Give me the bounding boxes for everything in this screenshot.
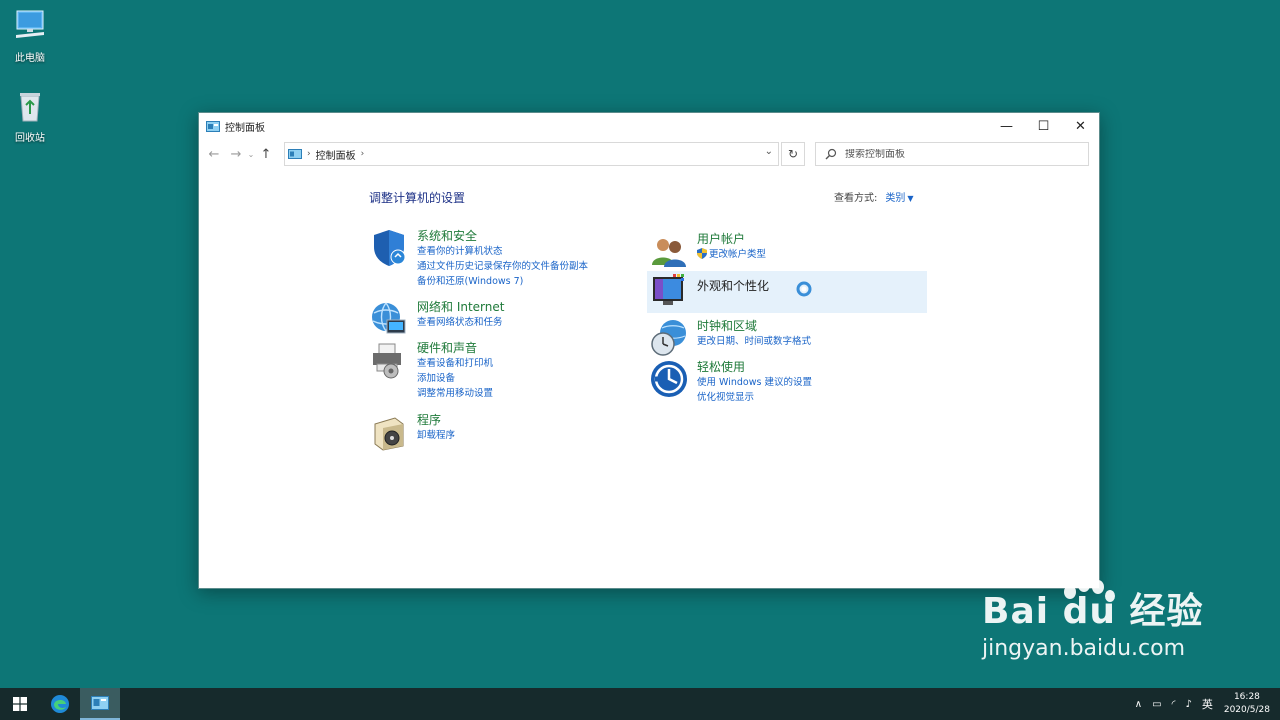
chevron-down-icon[interactable]: ⌄ bbox=[765, 146, 773, 157]
category-link[interactable]: 更改日期、时间或数字格式 bbox=[697, 334, 811, 349]
recent-chevron-icon[interactable]: ⌄ bbox=[247, 150, 255, 159]
category-link-change-account-type[interactable]: 更改帐户类型 bbox=[697, 247, 766, 262]
title-bar[interactable]: 控制面板 — ☐ ✕ bbox=[199, 113, 1099, 139]
back-arrow-icon[interactable]: ← bbox=[203, 147, 225, 162]
category-hardware-sound: 硬件和声音 查看设备和打印机 添加设备 调整常用移动设置 bbox=[369, 340, 493, 401]
busy-cursor-icon bbox=[796, 281, 812, 297]
desktop-icon-label: 此电脑 bbox=[15, 53, 45, 64]
breadcrumb[interactable]: 控制面板 bbox=[316, 147, 356, 162]
category-system-security: 系统和安全 查看你的计算机状态 通过文件历史记录保存你的文件备份副本 备份和还原… bbox=[369, 228, 588, 289]
close-button[interactable]: ✕ bbox=[1062, 113, 1099, 139]
clock-time: 16:28 bbox=[1233, 692, 1260, 702]
forward-arrow-icon[interactable]: → bbox=[225, 147, 247, 162]
start-button[interactable] bbox=[0, 688, 40, 720]
view-by-dropdown[interactable]: 类别 bbox=[885, 193, 905, 204]
network-icon[interactable]: ◜ bbox=[1172, 699, 1176, 710]
page-title: 调整计算机的设置 bbox=[369, 191, 466, 205]
category-link[interactable]: 优化视觉显示 bbox=[697, 390, 812, 405]
category-ease-of-access: 轻松使用 使用 Windows 建议的设置 优化视觉显示 bbox=[649, 359, 812, 405]
recycle-bin-icon bbox=[20, 93, 40, 122]
control-panel-icon bbox=[91, 696, 109, 710]
uac-shield-icon bbox=[697, 248, 707, 259]
users-icon bbox=[652, 239, 686, 267]
ease-of-access-icon bbox=[651, 361, 687, 397]
shield-icon bbox=[374, 230, 406, 266]
category-appearance[interactable]: 外观和个性化 bbox=[649, 271, 769, 311]
view-by: 查看方式: 类别 ▼ bbox=[834, 189, 914, 204]
appearance-icon bbox=[653, 274, 684, 305]
category-link[interactable]: 使用 Windows 建议的设置 bbox=[697, 375, 812, 390]
category-title[interactable]: 用户帐户 bbox=[697, 231, 766, 247]
taskbar-edge-button[interactable] bbox=[40, 688, 80, 720]
network-globe-icon bbox=[372, 302, 406, 334]
chevron-up-icon[interactable]: ∧ bbox=[1135, 699, 1142, 710]
taskbar-clock[interactable]: 16:28 2020/5/28 bbox=[1224, 691, 1270, 717]
edge-browser-icon bbox=[51, 695, 69, 713]
category-clock-region: 时钟和区域 更改日期、时间或数字格式 bbox=[649, 318, 811, 358]
category-link[interactable]: 查看你的计算机状态 bbox=[417, 244, 588, 259]
ime-indicator[interactable]: 英 bbox=[1202, 696, 1213, 712]
minimize-icon: — bbox=[1000, 118, 1013, 134]
category-title[interactable]: 系统和安全 bbox=[417, 228, 588, 244]
system-tray: ∧ ▭ ◜ ♪ 英 16:28 2020/5/28 bbox=[1130, 688, 1280, 720]
up-arrow-icon[interactable]: ↑ bbox=[255, 147, 277, 162]
category-link[interactable]: 调整常用移动设置 bbox=[417, 386, 493, 401]
window-title: 控制面板 bbox=[225, 122, 265, 134]
windows-logo-icon bbox=[13, 697, 27, 711]
chevron-right-icon: › bbox=[307, 149, 311, 159]
clock-date: 2020/5/28 bbox=[1223, 705, 1270, 715]
watermark-brand: Bai du 经验 bbox=[982, 591, 1204, 632]
category-link[interactable]: 查看设备和打印机 bbox=[417, 356, 493, 371]
category-link[interactable]: 添加设备 bbox=[417, 371, 493, 386]
this-pc-icon bbox=[16, 10, 44, 38]
category-network: 网络和 Internet 查看网络状态和任务 bbox=[369, 299, 504, 339]
category-link[interactable]: 通过文件历史记录保存你的文件备份副本 bbox=[417, 259, 588, 274]
taskbar-control-panel-button[interactable] bbox=[80, 688, 120, 720]
navigation-bar: ← → ⌄ ↑ › 控制面板 › ⌄ ↻ bbox=[199, 139, 1099, 169]
search-box[interactable] bbox=[815, 142, 1089, 166]
control-panel-icon bbox=[206, 120, 220, 132]
taskbar: ∧ ▭ ◜ ♪ 英 16:28 2020/5/28 bbox=[0, 688, 1280, 720]
refresh-icon: ↻ bbox=[787, 147, 799, 161]
search-input[interactable] bbox=[845, 148, 1065, 160]
desktop-icon-this-pc[interactable]: 此电脑 bbox=[8, 8, 52, 64]
category-title[interactable]: 网络和 Internet bbox=[417, 299, 504, 315]
control-panel-icon bbox=[288, 149, 302, 159]
category-link[interactable]: 查看网络状态和任务 bbox=[417, 315, 504, 330]
category-title[interactable]: 程序 bbox=[417, 412, 455, 428]
refresh-button[interactable]: ↻ bbox=[781, 142, 805, 166]
minimize-button[interactable]: — bbox=[988, 113, 1025, 139]
view-by-label: 查看方式: bbox=[834, 193, 878, 204]
dropdown-triangle-icon[interactable]: ▼ bbox=[907, 194, 913, 203]
category-title[interactable]: 轻松使用 bbox=[697, 359, 812, 375]
category-link[interactable]: 卸载程序 bbox=[417, 428, 455, 443]
category-programs: 程序 卸载程序 bbox=[369, 412, 455, 452]
category-link-text: 更改帐户类型 bbox=[709, 249, 767, 260]
chevron-right-icon[interactable]: › bbox=[361, 149, 365, 159]
category-user-accounts: 用户帐户 更改帐户类型 bbox=[649, 231, 766, 271]
baidu-jingyan-watermark: Bai du 经验 jingyan.baidu.com bbox=[982, 578, 1204, 661]
desktop-icon-recycle-bin[interactable]: 回收站 bbox=[8, 88, 52, 144]
battery-icon[interactable]: ▭ bbox=[1152, 699, 1161, 710]
maximize-icon: ☐ bbox=[1037, 118, 1050, 134]
printer-icon bbox=[373, 343, 401, 379]
control-panel-window: 控制面板 — ☐ ✕ ← → ⌄ ↑ › 控制面板 › ⌄ ↻ 搜索控制面板 调… bbox=[198, 112, 1100, 589]
maximize-button[interactable]: ☐ bbox=[1025, 113, 1062, 139]
watermark-url: jingyan.baidu.com bbox=[982, 636, 1186, 661]
close-icon: ✕ bbox=[1075, 118, 1086, 134]
desktop-icon-label: 回收站 bbox=[15, 133, 45, 144]
category-title[interactable]: 外观和个性化 bbox=[697, 278, 769, 294]
volume-icon[interactable]: ♪ bbox=[1185, 699, 1191, 710]
search-icon bbox=[825, 148, 837, 160]
category-title[interactable]: 硬件和声音 bbox=[417, 340, 493, 356]
address-bar[interactable]: › 控制面板 › ⌄ bbox=[284, 142, 779, 166]
category-link[interactable]: 备份和还原(Windows 7) bbox=[417, 274, 588, 289]
clock-globe-icon bbox=[651, 320, 686, 356]
programs-icon bbox=[374, 417, 404, 451]
category-title[interactable]: 时钟和区域 bbox=[697, 318, 811, 334]
